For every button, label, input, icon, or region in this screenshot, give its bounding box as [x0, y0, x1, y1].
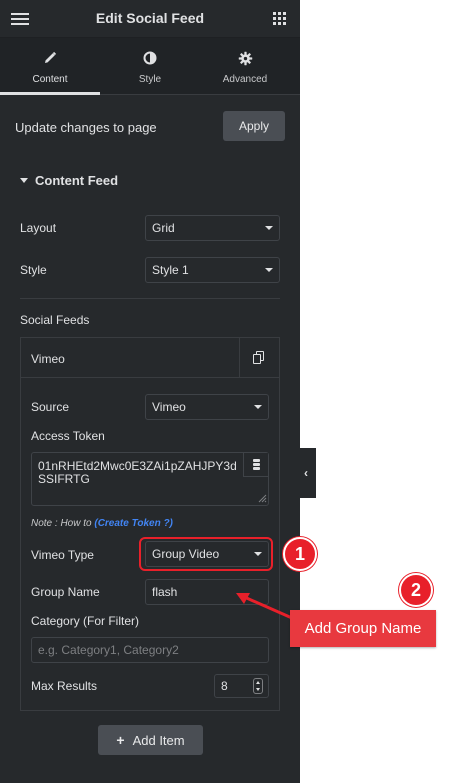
source-select[interactable]: Vimeo — [145, 394, 269, 420]
pencil-icon — [45, 51, 57, 63]
panel-header: Edit Social Feed — [0, 0, 300, 38]
tab-style-label: Style — [138, 74, 162, 85]
tab-advanced[interactable]: Advanced — [200, 38, 290, 95]
chevron-down-icon — [265, 268, 273, 272]
style-label: Style — [20, 263, 47, 277]
vimeo-type-label: Vimeo Type — [31, 548, 94, 562]
annotation-callout: Add Group Name — [290, 610, 436, 647]
annotation-arrow — [236, 593, 293, 620]
token-note-text: Note : How to — [31, 518, 95, 529]
chevron-left-icon: ‹ — [304, 466, 308, 480]
repeater-item-title: Vimeo — [31, 352, 65, 366]
chevron-down-icon — [254, 405, 262, 409]
database-icon[interactable] — [243, 453, 268, 477]
layout-select[interactable]: Grid — [145, 215, 280, 241]
editor-panel: Edit Social Feed Content Style Advanced … — [0, 0, 300, 783]
create-token-link[interactable]: (Create Token ?) — [94, 518, 173, 529]
source-value: Vimeo — [152, 400, 186, 414]
tab-content[interactable]: Content — [0, 38, 100, 95]
update-row: Update changes to page Apply — [15, 110, 285, 142]
spinner-icon[interactable] — [253, 678, 263, 694]
max-results-stepper[interactable]: 8 — [214, 674, 269, 698]
repeater-item-header[interactable]: Vimeo — [21, 338, 279, 378]
layout-value: Grid — [152, 221, 175, 235]
caret-down-icon — [20, 178, 28, 184]
annotation-badge-2: 2 — [399, 573, 433, 607]
token-note: Note : How to (Create Token ?) — [31, 518, 173, 529]
add-item-label: Add Item — [132, 733, 185, 748]
resize-handle-icon[interactable] — [258, 494, 267, 503]
access-token-label: Access Token — [31, 429, 105, 443]
max-results-value: 8 — [221, 679, 228, 693]
collapse-panel-button[interactable]: ‹ — [300, 448, 316, 498]
grid-icon[interactable] — [273, 12, 286, 25]
access-token-textarea[interactable]: 01nRHEtd2Mwc0E3ZAi1pZAHJPY3dSSIFRTG — [31, 452, 269, 506]
style-select[interactable]: Style 1 — [145, 257, 280, 283]
update-label: Update changes to page — [15, 120, 157, 135]
source-label: Source — [31, 400, 70, 414]
max-results-label: Max Results — [31, 679, 98, 693]
panel-title: Edit Social Feed — [95, 10, 205, 26]
tab-content-label: Content — [32, 74, 68, 85]
section-content-feed[interactable]: Content Feed — [20, 173, 118, 188]
add-item-button[interactable]: + Add Item — [98, 725, 203, 755]
tab-style[interactable]: Style — [100, 38, 200, 95]
duplicate-icon[interactable] — [239, 338, 279, 377]
tab-advanced-label: Advanced — [222, 74, 268, 85]
contrast-icon — [143, 51, 157, 65]
chevron-down-icon — [265, 226, 273, 230]
social-feeds-label: Social Feeds — [20, 313, 90, 327]
category-input[interactable]: e.g. Category1, Category2 — [31, 637, 269, 663]
layout-label: Layout — [20, 221, 57, 235]
style-value: Style 1 — [152, 263, 189, 277]
panel-tabs: Content Style Advanced — [0, 38, 300, 95]
group-name-label: Group Name — [31, 585, 100, 599]
apply-button[interactable]: Apply — [223, 111, 285, 141]
section-title: Content Feed — [35, 173, 119, 188]
gear-icon — [238, 51, 252, 66]
category-label: Category (For Filter) — [31, 614, 140, 628]
annotation-badge-1: 1 — [283, 537, 317, 571]
divider — [20, 298, 280, 299]
plus-icon: + — [116, 732, 125, 748]
annotation-highlight — [139, 537, 273, 571]
